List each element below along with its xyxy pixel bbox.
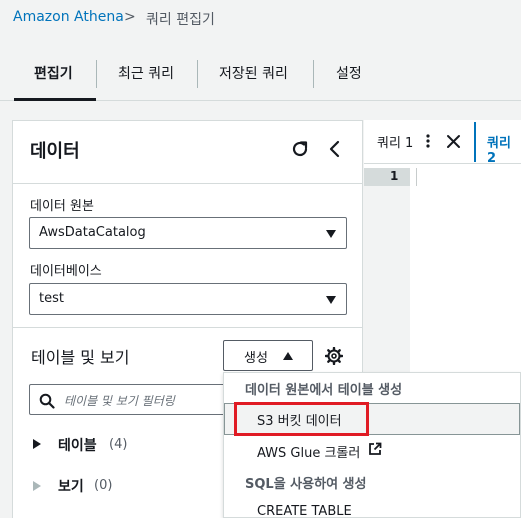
query-tab-active-indicator bbox=[474, 122, 476, 162]
create-button[interactable]: 생성 bbox=[223, 340, 313, 371]
breadcrumb-separator: > bbox=[124, 9, 136, 25]
highlight-annotation-box bbox=[234, 402, 369, 436]
tab-divider bbox=[96, 60, 97, 88]
tab-divider bbox=[313, 60, 314, 88]
tables-views-title: 테이블 및 보기 bbox=[31, 348, 130, 367]
tab-saved-queries[interactable]: 저장된 쿼리 bbox=[219, 63, 288, 83]
tab-editor[interactable]: 편집기 bbox=[34, 63, 73, 83]
data-source-label: 데이터 원본 bbox=[30, 199, 94, 214]
caret-down-icon bbox=[326, 230, 336, 238]
data-panel-title: 데이터 bbox=[30, 141, 80, 162]
tab-recent-queries[interactable]: 최근 쿼리 bbox=[118, 63, 174, 83]
active-line-gutter bbox=[364, 168, 410, 186]
menu-group-sql: SQL을 사용하여 생성 bbox=[245, 477, 367, 492]
line-number: 1 bbox=[390, 169, 399, 183]
tab-divider bbox=[197, 60, 198, 88]
database-value: test bbox=[39, 291, 64, 306]
filter-placeholder: 테이블 및 보기 필터링 bbox=[64, 394, 175, 408]
editor-cursor bbox=[416, 168, 417, 186]
caret-right-icon[interactable] bbox=[33, 481, 41, 491]
chevron-left-icon[interactable] bbox=[326, 139, 344, 159]
menu-group-from-data-source: 데이터 원본에서 테이블 생성 bbox=[245, 383, 403, 398]
tree-item-views[interactable]: 보기 bbox=[58, 476, 84, 496]
more-vertical-icon[interactable] bbox=[425, 133, 431, 149]
gear-icon[interactable] bbox=[325, 347, 343, 365]
external-link-icon bbox=[369, 442, 382, 455]
tab-active-underline bbox=[14, 98, 96, 101]
data-source-select[interactable]: AwsDataCatalog bbox=[29, 217, 347, 249]
caret-up-icon bbox=[283, 352, 293, 360]
tree-count-tables: (4) bbox=[109, 437, 128, 452]
table-filter-input[interactable]: 테이블 및 보기 필터링 bbox=[29, 384, 229, 415]
breadcrumb-athena-link[interactable]: Amazon Athena bbox=[13, 9, 124, 25]
caret-right-icon[interactable] bbox=[33, 439, 41, 449]
tab-settings[interactable]: 설정 bbox=[336, 63, 362, 83]
search-icon bbox=[39, 393, 55, 409]
create-button-label: 생성 bbox=[244, 351, 268, 366]
menu-item-create-table[interactable]: CREATE TABLE bbox=[257, 504, 352, 518]
breadcrumb-current: 쿼리 편집기 bbox=[146, 12, 215, 28]
menu-item-glue-crawler[interactable]: AWS Glue 크롤러 bbox=[257, 442, 360, 461]
divider bbox=[12, 327, 363, 328]
caret-down-icon bbox=[326, 296, 336, 304]
tree-count-views: (0) bbox=[94, 478, 113, 493]
tree-item-tables[interactable]: 테이블 bbox=[58, 435, 97, 455]
refresh-icon[interactable] bbox=[290, 139, 310, 159]
database-select[interactable]: test bbox=[29, 283, 347, 315]
close-icon[interactable] bbox=[446, 134, 461, 149]
database-label: 데이터베이스 bbox=[30, 264, 102, 279]
query-tab-2-label[interactable]: 쿼리 2 bbox=[487, 132, 521, 166]
data-source-value: AwsDataCatalog bbox=[39, 225, 146, 240]
divider bbox=[12, 183, 363, 184]
query-tab-1-label[interactable]: 쿼리 1 bbox=[377, 132, 413, 151]
